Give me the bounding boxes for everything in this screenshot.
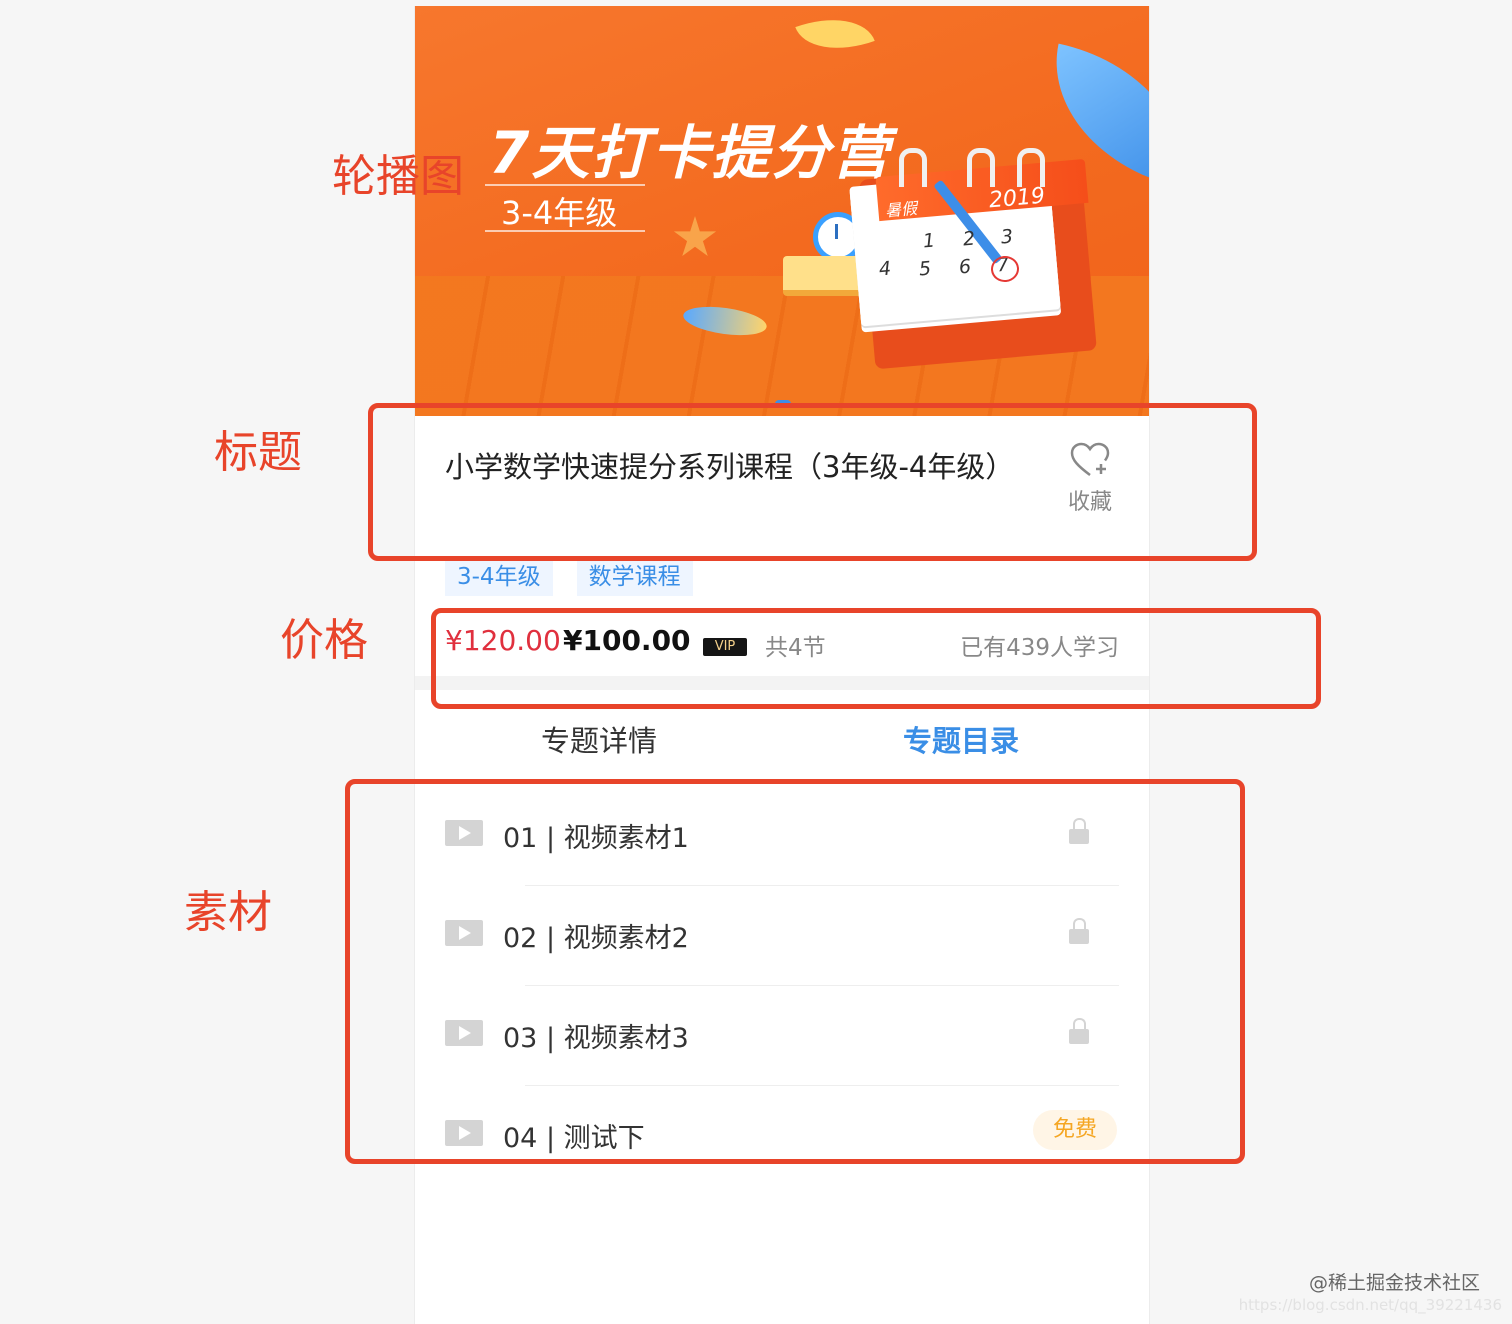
tab-catalog[interactable]: 专题目录: [903, 718, 1019, 760]
watermark-url: https://blog.csdn.net/qq_39221436: [1238, 1296, 1502, 1314]
annotation-box-price: [431, 608, 1321, 709]
tab-detail[interactable]: 专题详情: [541, 718, 657, 760]
calendar-day: 4: [878, 257, 893, 281]
calendar-day: 2: [962, 227, 977, 251]
leaf-decoration: [795, 6, 875, 65]
calendar-ring: [899, 148, 927, 187]
tag-grade[interactable]: 3-4年级: [445, 558, 553, 596]
calendar-ring: [1017, 148, 1045, 187]
banner-subtitle: 3-4年级: [501, 194, 618, 232]
banner-divider: [485, 184, 645, 186]
calendar-label: 暑假: [884, 198, 918, 221]
book-icon: [783, 256, 863, 296]
annotation-carousel: 轮播图: [332, 151, 464, 202]
calendar-day: 5: [918, 257, 933, 281]
course-tags: 3-4年级 数学课程: [445, 558, 693, 596]
annotation-box-title: [368, 403, 1257, 561]
calendar-day: 1: [922, 229, 937, 253]
banner-divider: [485, 230, 645, 232]
calendar-ring: [967, 148, 995, 187]
annotation-materials: 素材: [184, 887, 272, 938]
calendar-year: 2019: [988, 183, 1046, 214]
banner-title: 7天打卡提分营: [489, 119, 892, 187]
watermark: @稀土掘金技术社区: [1308, 1272, 1480, 1294]
annotation-box-materials: [345, 779, 1245, 1164]
carousel-banner[interactable]: 7天打卡提分营 3-4年级 暑假 2019 1 2 3 4 5 6 7: [415, 6, 1149, 416]
annotation-title: 标题: [214, 427, 302, 478]
annotation-price: 价格: [280, 615, 368, 666]
tag-subject[interactable]: 数学课程: [576, 558, 693, 596]
star-icon: [673, 216, 717, 257]
calendar-day: 3: [1000, 225, 1015, 249]
calendar-day: 6: [958, 255, 973, 279]
